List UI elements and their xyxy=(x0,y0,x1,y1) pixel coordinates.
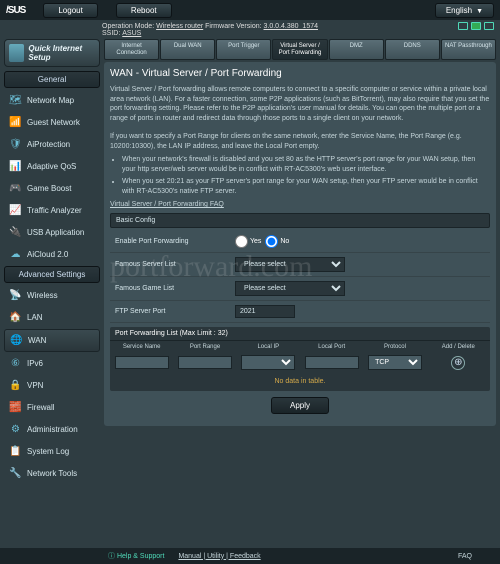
ftp-port-label: FTP Server Port xyxy=(115,308,235,315)
nav-icon: 🌐 xyxy=(10,334,23,347)
enable-yes-radio[interactable] xyxy=(235,235,248,248)
section-basic-config: Basic Config xyxy=(110,213,490,228)
usb-icon[interactable] xyxy=(484,22,494,30)
col-header: Local Port xyxy=(300,344,363,350)
nav-icon: 📡 xyxy=(9,289,22,302)
enable-label: Enable Port Forwarding xyxy=(115,238,235,245)
sidebar-item-usb-application[interactable]: 🔌USB Application xyxy=(4,222,100,243)
sidebar-item-administration[interactable]: ⚙Administration xyxy=(4,419,100,440)
pfl-header: Port Forwarding List (Max Limit : 32) xyxy=(110,327,490,341)
no-data-text: No data in table. xyxy=(110,372,490,391)
gamepad-icon[interactable] xyxy=(471,22,481,30)
col-header: Local IP xyxy=(237,344,300,350)
nav-icon: 🔧 xyxy=(9,467,22,480)
sidebar-item-aiprotection[interactable]: 🛡AiProtection xyxy=(4,134,100,155)
desc-p1: Virtual Server / Port forwarding allows … xyxy=(110,85,490,123)
nav-icon: 🔌 xyxy=(9,226,22,239)
col-header: Service Name xyxy=(110,344,173,350)
help-support-link[interactable]: ⓘ Help & Support xyxy=(108,551,164,561)
tab-ddns[interactable]: DDNS xyxy=(385,39,440,60)
ssid-label: SSID: xyxy=(102,30,120,37)
famous-game-select[interactable]: Please select xyxy=(235,281,345,296)
desc-bullet-1: When your network's firewall is disabled… xyxy=(122,155,490,174)
page-title: WAN - Virtual Server / Port Forwarding xyxy=(110,68,490,79)
nav-icon: 📈 xyxy=(9,204,22,217)
col-header: Protocol xyxy=(363,344,426,350)
nav-icon: ☁ xyxy=(9,248,22,261)
nav-icon: 📋 xyxy=(9,445,22,458)
sidebar-item-traffic-analyzer[interactable]: 📈Traffic Analyzer xyxy=(4,200,100,221)
sidebar-item-ipv6[interactable]: ⑥IPv6 xyxy=(4,353,100,374)
sidebar-item-firewall[interactable]: 🧱Firewall xyxy=(4,397,100,418)
sidebar-item-wireless[interactable]: 📡Wireless xyxy=(4,285,100,306)
opmode-label: Operation Mode: xyxy=(102,23,154,30)
status-icons xyxy=(458,22,494,30)
opmode-value[interactable]: Wireless router xyxy=(156,23,203,30)
col-header: Port Range xyxy=(173,344,236,350)
protocol-select[interactable]: TCP xyxy=(368,355,422,370)
app-icon[interactable] xyxy=(458,22,468,30)
sidebar-item-aicloud-2.0[interactable]: ☁AiCloud 2.0 xyxy=(4,244,100,265)
sidebar-item-vpn[interactable]: 🔒VPN xyxy=(4,375,100,396)
sidebar-item-wan[interactable]: 🌐WAN xyxy=(4,329,100,352)
col-header: Add / Delete xyxy=(427,344,490,350)
chevron-down-icon: ▼ xyxy=(476,8,483,15)
nav-icon: 📊 xyxy=(9,160,22,173)
faq-footer-link[interactable]: FAQ xyxy=(458,553,472,560)
fw-label: Firmware Version: xyxy=(205,23,261,30)
sidebar-item-network-map[interactable]: 🗺Network Map xyxy=(4,90,100,111)
fw-value[interactable]: 3.0.0.4.380_1574 xyxy=(264,23,319,30)
nav-icon: 🔒 xyxy=(9,379,22,392)
ssid-value[interactable]: ASUS xyxy=(122,30,141,37)
faq-link[interactable]: Virtual Server / Port Forwarding FAQ xyxy=(110,201,224,208)
sidebar-item-game-boost[interactable]: 🎮Game Boost xyxy=(4,178,100,199)
reboot-button[interactable]: Reboot xyxy=(116,3,172,18)
apply-button[interactable]: Apply xyxy=(271,397,329,414)
desc-bullet-2: When you set 20:21 as your FTP server's … xyxy=(122,177,490,196)
add-button[interactable]: ⊕ xyxy=(451,356,465,370)
local-ip-select[interactable] xyxy=(241,355,295,370)
wrench-icon xyxy=(9,44,24,62)
enable-no-radio[interactable] xyxy=(265,235,278,248)
tab-virtual-server-port-forwarding[interactable]: Virtual Server / Port Forwarding xyxy=(272,39,327,60)
service-name-input[interactable] xyxy=(115,356,169,369)
ftp-port-input[interactable] xyxy=(235,305,295,318)
nav-icon: 📶 xyxy=(9,116,22,129)
group-general: General xyxy=(4,71,100,88)
tab-internet-connection[interactable]: Internet Connection xyxy=(104,39,159,60)
logo: /SUS xyxy=(6,5,25,16)
sidebar-item-system-log[interactable]: 📋System Log xyxy=(4,441,100,462)
port-range-input[interactable] xyxy=(178,356,232,369)
sidebar-item-network-tools[interactable]: 🔧Network Tools xyxy=(4,463,100,484)
group-advanced: Advanced Settings xyxy=(4,266,100,283)
tab-port-trigger[interactable]: Port Trigger xyxy=(216,39,271,60)
sidebar-item-lan[interactable]: 🏠LAN xyxy=(4,307,100,328)
local-port-input[interactable] xyxy=(305,356,359,369)
nav-icon: ⑥ xyxy=(9,357,22,370)
tab-nat-passthrough[interactable]: NAT Passthrough xyxy=(441,39,496,60)
desc-p2: If you want to specify a Port Range for … xyxy=(110,132,490,151)
sidebar-item-adaptive-qos[interactable]: 📊Adaptive QoS xyxy=(4,156,100,177)
famous-game-label: Famous Game List xyxy=(115,285,235,292)
logout-button[interactable]: Logout xyxy=(43,3,97,18)
nav-icon: 🧱 xyxy=(9,401,22,414)
quick-setup-button[interactable]: Quick Internet Setup xyxy=(4,39,100,67)
tab-dual-wan[interactable]: Dual WAN xyxy=(160,39,215,60)
nav-icon: 🎮 xyxy=(9,182,22,195)
language-select[interactable]: English▼ xyxy=(435,3,494,18)
nav-icon: ⚙ xyxy=(9,423,22,436)
manual-utility-feedback[interactable]: Manual | Utility | Feedback xyxy=(178,553,260,560)
famous-server-label: Famous Server List xyxy=(115,261,235,268)
nav-icon: 🏠 xyxy=(9,311,22,324)
tab-dmz[interactable]: DMZ xyxy=(329,39,384,60)
nav-icon: 🛡 xyxy=(9,138,22,151)
famous-server-select[interactable]: Please select xyxy=(235,257,345,272)
sidebar-item-guest-network[interactable]: 📶Guest Network xyxy=(4,112,100,133)
nav-icon: 🗺 xyxy=(9,94,22,107)
